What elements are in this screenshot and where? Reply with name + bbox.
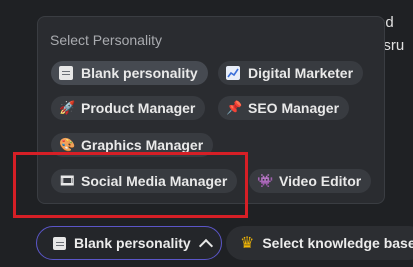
pushpin-icon: 📌 [226, 100, 243, 115]
chart-icon [226, 66, 240, 80]
option-label: Graphics Manager [81, 137, 204, 153]
personality-selector-button[interactable]: Blank personality [36, 226, 222, 260]
option-label: Blank personality [81, 65, 198, 81]
document-icon [59, 66, 73, 80]
option-seo-manager[interactable]: 📌 SEO Manager [218, 96, 350, 120]
option-label: Digital Marketer [248, 65, 354, 81]
document-icon [53, 236, 66, 250]
option-digital-marketer[interactable]: Digital Marketer [218, 61, 364, 85]
knowledge-base-label: Select knowledge base [262, 235, 413, 251]
popup-title: Select Personality [50, 32, 163, 48]
game-controller-icon: 👾 [257, 173, 274, 188]
crown-icon: ♛ [240, 235, 255, 252]
personality-selector-label: Blank personality [74, 235, 191, 251]
option-blank-personality[interactable]: Blank personality [51, 61, 208, 85]
option-label: Video Editor [279, 173, 362, 189]
option-product-manager[interactable]: 🚀 Product Manager [51, 96, 206, 120]
chevron-up-icon [198, 238, 213, 253]
option-label: SEO Manager [248, 100, 340, 116]
option-label: Product Manager [81, 100, 196, 116]
palette-icon: 🎨 [59, 137, 76, 152]
highlight-box [13, 152, 248, 218]
knowledge-base-selector-button[interactable]: ♛ Select knowledge base [226, 226, 413, 260]
option-video-editor[interactable]: 👾 Video Editor [249, 169, 372, 193]
rocket-icon: 🚀 [59, 100, 76, 115]
